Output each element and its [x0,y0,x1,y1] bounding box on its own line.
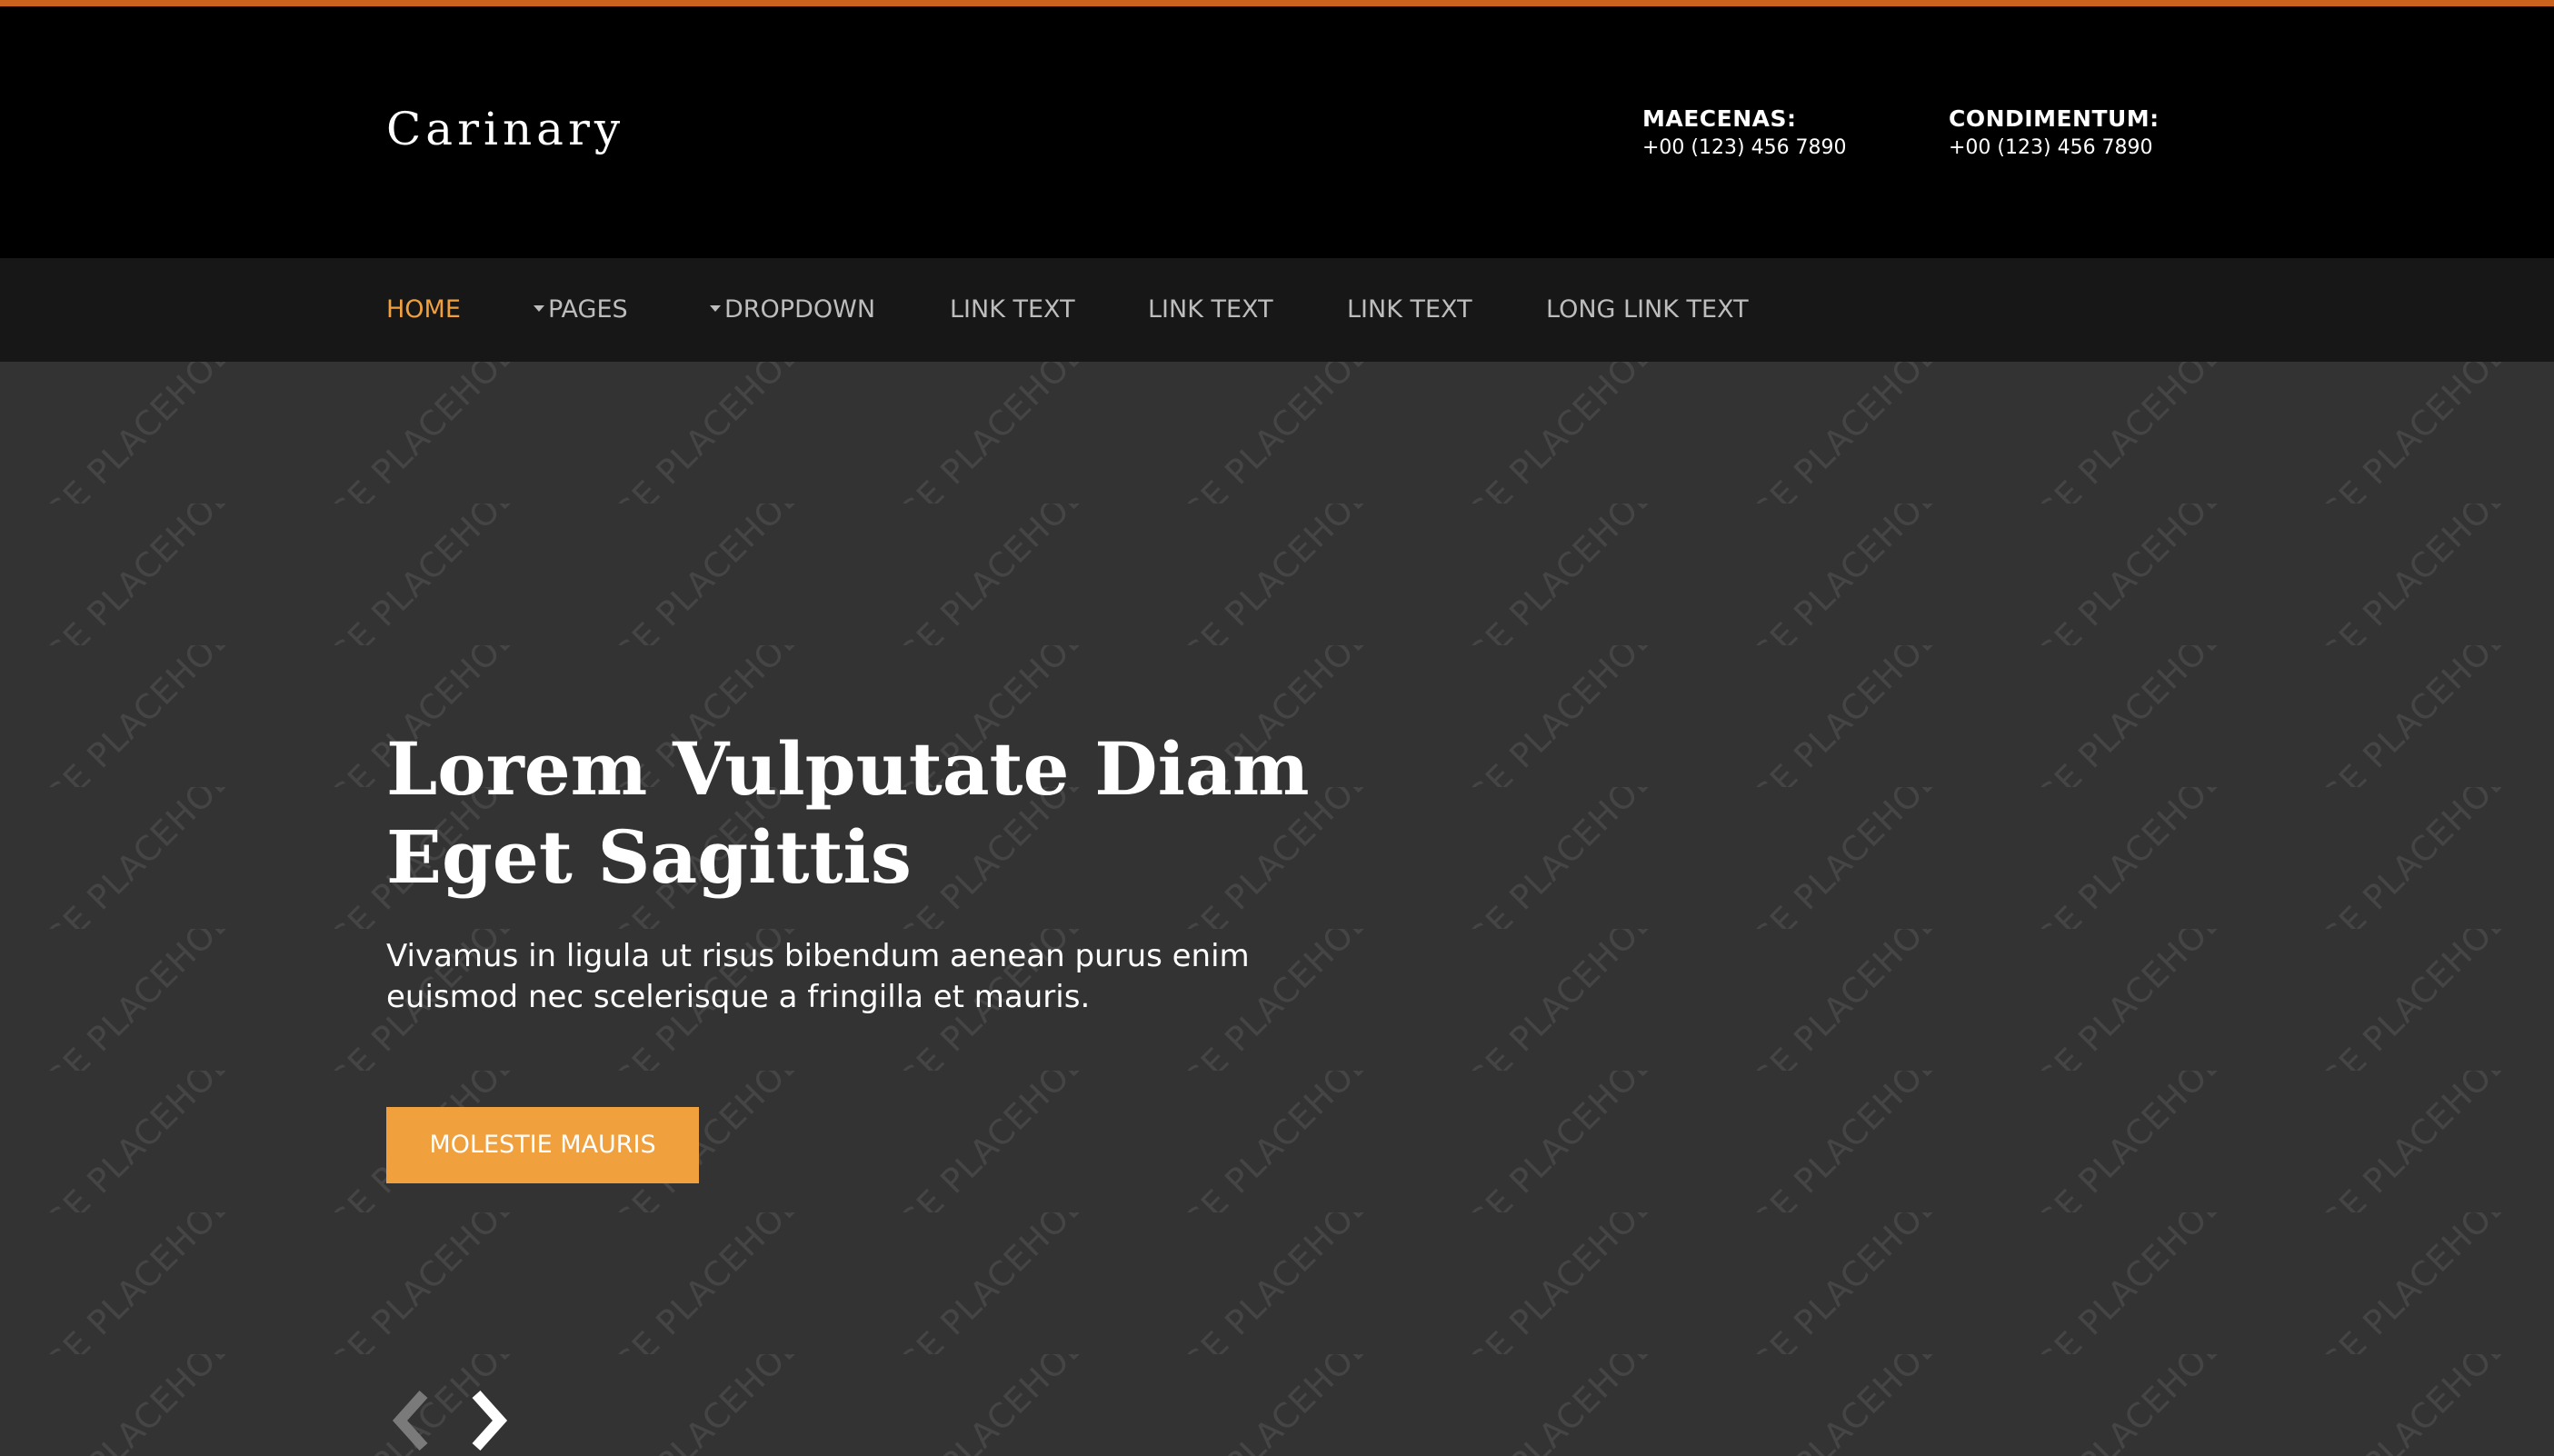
caret-down-icon [534,305,544,312]
nav-item-home[interactable]: HOME [386,258,461,362]
image-placeholder-watermark: IMAGE PLACEHOLDER [0,362,2554,1456]
contact-block-maecenas: MAECENAS: +00 (123) 456 7890 [1642,105,1847,163]
nav-item-label: LINK TEXT [1148,295,1273,324]
main-nav: HOME PAGES DROPDOWN LINK TEXT LINK TEXT … [0,258,2554,362]
hero-description: Vivamus in ligula ut risus bibendum aene… [386,936,1350,1018]
nav-item-label: LINK TEXT [950,295,1075,324]
top-accent-bar [0,0,2554,6]
contact-phone: +00 (123) 456 7890 [1642,136,1847,159]
nav-item-label: PAGES [548,295,628,324]
contact-label: CONDIMENTUM: [1949,105,2160,132]
nav-item-pages[interactable]: PAGES [534,258,628,362]
hero-description-line: Vivamus in ligula ut risus bibendum aene… [386,938,1250,974]
hero-title-line: Eget Sagittis [386,814,912,900]
nav-item-dropdown[interactable]: DROPDOWN [710,258,875,362]
caret-down-icon [710,305,721,312]
nav-item-link-2[interactable]: LINK TEXT [1148,258,1273,362]
hero-title-line: Lorem Vulputate Diam [386,726,1310,812]
chevron-left-icon[interactable] [389,1389,434,1452]
nav-item-label: DROPDOWN [724,295,876,324]
hero-title: Lorem Vulputate Diam Eget Sagittis [386,725,1477,902]
nav-item-long-link[interactable]: LONG LINK TEXT [1546,258,1749,362]
molestie-mauris-button[interactable]: MOLESTIE MAURIS [386,1107,699,1183]
site-header: Carinary MAECENAS: +00 (123) 456 7890 CO… [0,6,2554,258]
nav-item-link-3[interactable]: LINK TEXT [1347,258,1472,362]
chevron-right-icon[interactable] [465,1389,511,1452]
contact-label: MAECENAS: [1642,105,1797,132]
hero-description-line: euismod nec scelerisque a fringilla et m… [386,979,1091,1015]
site-logo[interactable]: Carinary [386,106,624,152]
nav-item-label: LONG LINK TEXT [1546,295,1749,324]
nav-item-label: HOME [386,295,461,324]
contact-block-condimentum: CONDIMENTUM: +00 (123) 456 7890 [1949,105,2160,163]
contact-phone: +00 (123) 456 7890 [1949,136,2153,159]
nav-item-link-1[interactable]: LINK TEXT [950,258,1075,362]
nav-item-label: LINK TEXT [1347,295,1472,324]
hero-slider: IMAGE PLACEHOLDER Lorem Vulputate DiamEg… [0,362,2554,1456]
